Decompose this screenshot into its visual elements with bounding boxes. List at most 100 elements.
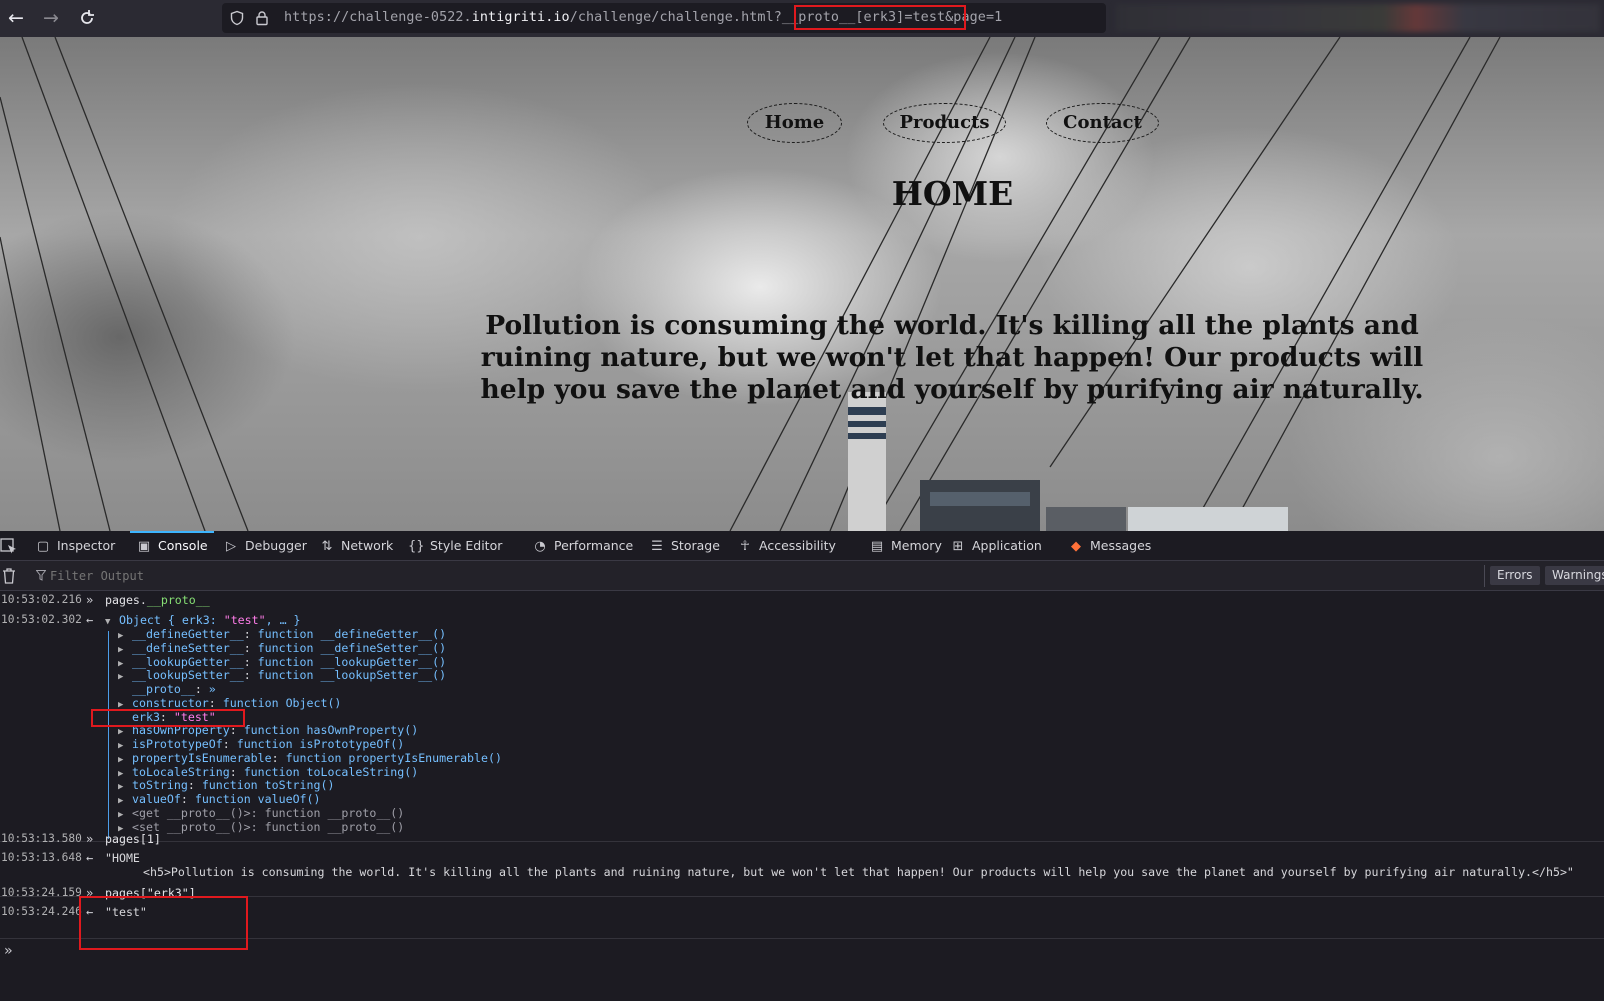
debugger-icon: ▷ [226,539,236,554]
object-property-row: ▶ __lookupGetter__: function __lookupGett… [118,655,446,669]
property-value: function __defineSetter__() [257,640,447,655]
browser-toolbar: ← → https://challenge-0522.intigriti.io/… [0,0,1604,37]
tab-messages[interactable]: ◆ Messages [1068,531,1151,561]
memory-icon: ▤ [870,539,884,554]
power-lines [0,37,1501,531]
braces-icon: {} [408,539,425,554]
object-property-row: ▶ constructor: function Object() [118,696,341,710]
expand-triangle-icon: ▶ [118,768,124,779]
page-heading: HOME [891,174,1014,213]
object-property-row: ▶ isPrototypeOf: function isPrototypeOf() [118,737,404,751]
code-token: : [209,613,224,627]
expand-triangle-icon: ▶ [118,754,124,765]
expand-triangle-icon: ▼ [105,617,111,627]
code-token: Object { [119,613,182,627]
property-colon: : [243,627,258,641]
console-code: pages.__proto__ [105,593,210,607]
expand-triangle-icon: ▶ [118,672,124,683]
console-code: ▼ Object { erk3: "test", … } [105,613,301,627]
code-token: pages [105,593,140,607]
property-value: function __proto__() [264,805,405,820]
errors-filter-button[interactable]: Errors [1490,566,1540,585]
tab-inspector[interactable]: ▢ Inspector [35,531,115,561]
property-colon: : [208,695,223,710]
shield-icon[interactable] [229,10,245,26]
property-value: function hasOwnProperty() [243,723,419,738]
object-property-row: ▶ <set __proto__()>: function __proto__() [118,820,404,834]
accessibility-icon: ☥ [740,539,750,554]
lock-icon[interactable] [254,10,270,26]
devtools-tab-bar: ▢ Inspector ▣ Console ▷ Debugger ⇅ Network {… [0,531,1604,561]
timestamp: 10:53:02.302 [1,613,82,626]
property-key: __defineGetter__ [132,627,244,641]
property-key: propertyIsEnumerable [132,750,272,765]
tab-style-editor[interactable]: {} Style Editor [408,531,502,561]
property-colon: : [194,682,209,696]
property-colon: : [243,668,258,683]
object-property-row: ▶ __lookupSetter__: function __lookupSett… [118,668,446,682]
url-bar[interactable]: https://challenge-0522.intigriti.io/chal… [222,3,1106,33]
property-colon: : [250,819,265,834]
tab-console[interactable]: ▣ Console [130,531,214,561]
console-input-prompt-icon[interactable]: » [4,943,12,959]
filter-output-input[interactable] [34,566,1474,586]
reload-icon[interactable] [74,6,100,30]
timestamp: 10:53:24.246 [1,905,82,918]
nav-products-link[interactable]: Products [883,103,1006,143]
url-query-highlight-box [794,5,966,30]
element-picker-icon[interactable] [0,537,18,555]
property-colon: : [243,654,258,669]
property-value: function Object() [222,695,342,710]
expand-triangle-icon: ▶ [118,796,124,806]
trash-icon[interactable] [2,568,16,584]
property-value: function toLocaleString() [243,764,419,779]
page-message: Pollution is consuming the world. It's k… [480,310,1424,405]
property-key: __proto__ [132,682,195,696]
toolbar-separator [1484,565,1485,587]
property-key: __lookupSetter__ [132,668,244,683]
object-property-row: ▶ __defineGetter__: function __defineGett… [118,627,446,641]
expand-triangle-icon: ▶ [118,782,124,793]
timestamp: 10:53:24.159 [1,886,82,899]
warnings-filter-button[interactable]: Warnings [1545,566,1604,585]
timestamp: 10:53:13.648 [1,851,82,864]
property-value: function valueOf() [194,792,321,806]
property-colon: : [229,764,244,779]
code-token: . [139,593,147,607]
console-output: 10:53:02.216» pages.__proto__ 10:53:02.302… [0,591,1604,1001]
property-colon: : [271,750,286,765]
object-property-row: ▶ valueOf: function valueOf() [118,792,320,806]
output-arrow-icon: ← [86,613,94,627]
entry-divider [0,841,1604,842]
back-icon[interactable]: ← [3,6,29,30]
tab-accessibility[interactable]: ☥ Accessibility [737,531,836,561]
tab-performance[interactable]: ◔ Performance [532,531,633,561]
property-value: function isPrototypeOf() [236,737,405,751]
nav-contact-link[interactable]: Contact [1046,103,1159,143]
console-code: pages[1] [105,832,161,846]
tab-storage[interactable]: ☰ Storage [649,531,720,561]
property-key: constructor [132,695,209,710]
tab-network[interactable]: ⇅ Network [319,531,394,561]
tab-memory[interactable]: ▤ Memory [869,531,942,561]
console-toolbar: Errors Warnings [0,561,1604,591]
code-token: __proto__ [146,593,210,607]
input-chevron-icon: » [86,593,94,607]
expand-triangle-icon: ▶ [118,741,124,751]
expand-triangle-icon: ▶ [118,809,124,820]
object-property-row: ▶ __defineSetter__: function __defineSett… [118,641,446,655]
forward-icon[interactable]: → [38,6,64,30]
object-tree-guide [108,631,109,839]
property-key: __lookupGetter__ [132,654,244,669]
nav-home-link[interactable]: Home [747,103,842,143]
timestamp: 10:53:02.216 [1,593,82,606]
tab-debugger[interactable]: ▷ Debugger [223,531,307,561]
blurred-toolbar-area [1116,4,1600,32]
erk3-highlight-box [91,709,245,727]
property-key: <get __proto__()> [132,805,251,820]
object-property-row: __proto__: » [118,682,216,696]
expand-triangle-icon: ▶ [118,631,124,641]
property-value: function __proto__() [264,819,405,834]
tab-application[interactable]: ⊞ Application [950,531,1042,561]
